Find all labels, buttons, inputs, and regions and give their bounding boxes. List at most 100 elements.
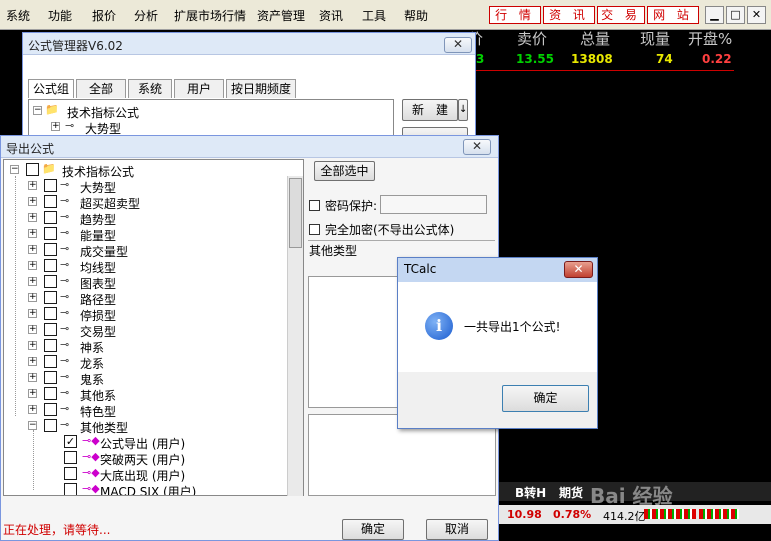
- expand-icon[interactable]: +: [28, 197, 37, 206]
- tab-b-to-h[interactable]: B转H: [515, 484, 546, 501]
- export-tree-group[interactable]: + ⊸ 鬼系: [4, 370, 284, 387]
- group-checkbox[interactable]: [44, 179, 57, 192]
- new-button[interactable]: 新 建: [402, 99, 458, 121]
- group-checkbox[interactable]: [44, 291, 57, 304]
- select-all-button[interactable]: 全部选中: [314, 161, 375, 181]
- site-button-website[interactable]: 网 站: [647, 6, 699, 24]
- export-tree-formula[interactable]: ⊸◆ 突破两天 (用户): [4, 450, 284, 467]
- export-ok-button[interactable]: 确定: [342, 519, 404, 540]
- group-checkbox[interactable]: [44, 275, 57, 288]
- export-tree-formula[interactable]: ⊸◆ 大底出现 (用户): [4, 466, 284, 483]
- export-tree-group[interactable]: + ⊸ 图表型: [4, 274, 284, 291]
- group-checkbox[interactable]: [44, 227, 57, 240]
- expand-icon[interactable]: +: [28, 341, 37, 350]
- dialog-close-icon[interactable]: ✕: [564, 261, 593, 278]
- manager-tree-root[interactable]: − 📁 技术指标公式: [29, 103, 309, 120]
- group-checkbox[interactable]: [44, 323, 57, 336]
- export-tree-group[interactable]: + ⊸ 神系: [4, 338, 284, 355]
- group-checkbox[interactable]: [44, 419, 57, 432]
- collapse-icon[interactable]: −: [28, 421, 37, 430]
- expand-icon[interactable]: +: [28, 277, 37, 286]
- manager-close-icon[interactable]: ✕: [444, 37, 472, 53]
- export-cancel-button[interactable]: 取消: [426, 519, 488, 540]
- export-tree-group[interactable]: − ⊸ 其他类型: [4, 418, 284, 435]
- group-checkbox[interactable]: [44, 339, 57, 352]
- export-tree-group[interactable]: + ⊸ 其他系: [4, 386, 284, 403]
- expand-icon[interactable]: +: [28, 245, 37, 254]
- group-checkbox[interactable]: [44, 211, 57, 224]
- collapse-icon[interactable]: −: [33, 106, 42, 115]
- group-checkbox[interactable]: [44, 355, 57, 368]
- root-checkbox[interactable]: [26, 163, 39, 176]
- export-tree-group[interactable]: + ⊸ 成交量型: [4, 242, 284, 259]
- new-dropdown-arrow[interactable]: ↓: [458, 99, 468, 121]
- expand-icon[interactable]: +: [28, 389, 37, 398]
- group-checkbox[interactable]: [44, 403, 57, 416]
- export-tree-group[interactable]: + ⊸ 交易型: [4, 322, 284, 339]
- group-checkbox[interactable]: [44, 259, 57, 272]
- site-button-news[interactable]: 资 讯: [543, 6, 595, 24]
- menu-asset-management[interactable]: 资产管理: [257, 7, 305, 24]
- scrollbar-thumb[interactable]: [289, 178, 302, 248]
- export-tree-formula[interactable]: ⊸◆ MACD SJX (用户): [4, 482, 284, 495]
- maximize-icon[interactable]: □: [726, 6, 745, 24]
- expand-icon[interactable]: +: [28, 261, 37, 270]
- tab-all[interactable]: 全部: [76, 79, 126, 98]
- manager-tree-item[interactable]: + ⊸ 大势型: [29, 119, 309, 136]
- password-checkbox[interactable]: [309, 200, 320, 211]
- close-icon[interactable]: ✕: [747, 6, 766, 24]
- menu-help[interactable]: 帮助: [404, 7, 428, 24]
- export-tree-group[interactable]: + ⊸ 趋势型: [4, 210, 284, 227]
- tab-formula-group[interactable]: 公式组: [28, 79, 74, 98]
- expand-icon[interactable]: +: [28, 229, 37, 238]
- expand-icon[interactable]: +: [28, 357, 37, 366]
- dialog-ok-button[interactable]: 确定: [502, 385, 589, 412]
- export-tree-group[interactable]: + ⊸ 超买超卖型: [4, 194, 284, 211]
- tab-user[interactable]: 用户: [174, 79, 224, 98]
- export-tree-group[interactable]: + ⊸ 能量型: [4, 226, 284, 243]
- expand-icon[interactable]: +: [28, 181, 37, 190]
- formula-checkbox[interactable]: [64, 467, 77, 480]
- menu-news[interactable]: 资讯: [319, 7, 343, 24]
- export-tree-group[interactable]: + ⊸ 路径型: [4, 290, 284, 307]
- site-button-trade[interactable]: 交 易: [597, 6, 645, 24]
- export-tree-formula[interactable]: ✓ ⊸◆ 公式导出 (用户): [4, 434, 284, 451]
- menu-analysis[interactable]: 分析: [134, 7, 158, 24]
- formula-checkbox[interactable]: [64, 483, 77, 495]
- export-tree-group[interactable]: + ⊸ 均线型: [4, 258, 284, 275]
- group-checkbox[interactable]: [44, 307, 57, 320]
- export-tree-group[interactable]: + ⊸ 停损型: [4, 306, 284, 323]
- expand-icon[interactable]: +: [28, 325, 37, 334]
- tab-by-date[interactable]: 按日期频度: [226, 79, 296, 98]
- encrypt-checkbox[interactable]: [309, 224, 320, 235]
- menu-extended-market[interactable]: 扩展市场行情: [174, 7, 246, 24]
- tab-futures[interactable]: 期货: [559, 484, 583, 501]
- menu-system[interactable]: 系统: [6, 7, 30, 24]
- group-checkbox[interactable]: [44, 387, 57, 400]
- expand-icon[interactable]: +: [28, 293, 37, 302]
- expand-icon[interactable]: +: [28, 405, 37, 414]
- menu-quote[interactable]: 报价: [92, 7, 116, 24]
- export-tree-root[interactable]: − 📁 技术指标公式: [4, 162, 284, 179]
- group-checkbox[interactable]: [44, 243, 57, 256]
- tab-system[interactable]: 系统: [128, 79, 172, 98]
- expand-icon[interactable]: +: [28, 309, 37, 318]
- menu-function[interactable]: 功能: [48, 7, 72, 24]
- export-close-icon[interactable]: ✕: [463, 139, 491, 155]
- formula-checkbox[interactable]: ✓: [64, 435, 77, 448]
- group-checkbox[interactable]: [44, 195, 57, 208]
- formula-checkbox[interactable]: [64, 451, 77, 464]
- expand-icon[interactable]: +: [28, 213, 37, 222]
- export-tree-group[interactable]: + ⊸ 大势型: [4, 178, 284, 195]
- menu-tools[interactable]: 工具: [362, 7, 386, 24]
- password-input[interactable]: [380, 195, 487, 214]
- collapse-icon[interactable]: −: [10, 165, 19, 174]
- export-tree-group[interactable]: + ⊸ 特色型: [4, 402, 284, 419]
- tree-scrollbar[interactable]: [287, 176, 303, 496]
- expand-icon[interactable]: +: [28, 373, 37, 382]
- site-button-quotes[interactable]: 行 情: [489, 6, 541, 24]
- minimize-icon[interactable]: ▁: [705, 6, 724, 24]
- group-checkbox[interactable]: [44, 371, 57, 384]
- export-tree-group[interactable]: + ⊸ 龙系: [4, 354, 284, 371]
- expand-icon[interactable]: +: [51, 122, 60, 131]
